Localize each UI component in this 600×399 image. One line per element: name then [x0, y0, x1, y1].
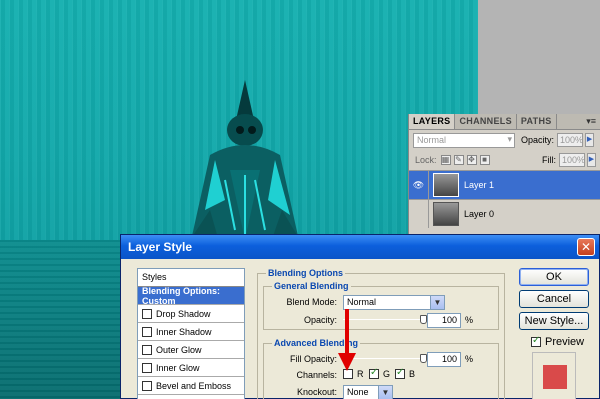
eye-icon[interactable]: 👁 [409, 171, 429, 199]
style-item-outer-glow[interactable]: Outer Glow [138, 341, 244, 359]
tab-paths[interactable]: PATHS [517, 114, 557, 129]
style-checkbox[interactable] [142, 362, 152, 373]
dialog-title: Layer Style [128, 240, 193, 254]
checkbox-g[interactable] [369, 367, 379, 379]
style-item-drop-shadow[interactable]: Drop Shadow [138, 305, 244, 323]
blending-options-title: Blending Options [266, 268, 345, 278]
tab-layers[interactable]: LAYERS [409, 114, 456, 129]
knockout-select[interactable]: None ▼ [343, 385, 393, 399]
channel-g-checkbox[interactable]: G [369, 367, 391, 379]
blend-mode-label: Blend Mode: [286, 297, 337, 307]
layer-name: Layer 1 [464, 180, 495, 190]
channel-b-checkbox[interactable]: B [395, 367, 416, 379]
blend-row: Normal ▾ Opacity: 100% ▶ [409, 130, 600, 150]
lock-icons: ▦ ✎ ✥ ■ [440, 155, 490, 165]
style-item-inner-glow[interactable]: Inner Glow [138, 359, 244, 377]
general-blending-title: General Blending [272, 281, 351, 291]
chevron-down-icon: ▼ [378, 386, 392, 399]
lock-image-icon[interactable]: ✎ [453, 155, 464, 165]
fill-slider-arrow-icon[interactable]: ▶ [587, 153, 596, 167]
annotation-arrow-icon [338, 309, 356, 371]
preview-swatch [543, 365, 567, 389]
style-item-inner-shadow[interactable]: Inner Shadow [138, 323, 244, 341]
lock-row: Lock: ▦ ✎ ✥ ■ Fill: 100% ▶ [409, 150, 600, 170]
figurine-image [190, 80, 300, 245]
style-item-label: Outer Glow [156, 344, 202, 355]
opacity-label: Opacity: [303, 315, 337, 325]
new-style-button[interactable]: New Style... [519, 312, 589, 330]
visibility-toggle[interactable] [409, 200, 429, 228]
blend-mode-select[interactable]: Normal ▼ [343, 295, 445, 310]
channels-label: Channels: [296, 370, 337, 380]
cancel-button[interactable]: Cancel [519, 290, 589, 308]
lock-all-icon[interactable]: ■ [479, 155, 490, 165]
channel-b-label: B [409, 369, 416, 379]
knockout-value: None [347, 387, 369, 397]
knockout-label: Knockout: [296, 387, 337, 397]
tab-channels[interactable]: CHANNELS [455, 114, 517, 129]
lock-label: Lock: [415, 155, 437, 165]
layers-panel: LAYERS CHANNELS PATHS ▾≡ Normal ▾ Opacit… [408, 114, 600, 236]
panel-tabs: LAYERS CHANNELS PATHS ▾≡ [409, 114, 600, 130]
style-item-label: Inner Shadow [156, 326, 212, 337]
style-item-label: Inner Glow [156, 362, 200, 373]
opacity-input[interactable]: 100 [427, 313, 461, 328]
style-item-label: Drop Shadow [156, 308, 211, 319]
opacity-pct: % [465, 315, 474, 325]
fill-opacity-input[interactable]: 100 [427, 352, 461, 367]
fill-opacity-pct: % [465, 354, 474, 364]
lock-transparent-icon[interactable]: ▦ [440, 155, 451, 165]
style-checkbox[interactable] [142, 326, 152, 337]
opacity-slider-arrow-icon[interactable]: ▶ [585, 133, 595, 147]
chevron-down-icon: ▾ [507, 133, 512, 144]
panel-menu-icon[interactable]: ▾≡ [586, 116, 596, 127]
style-checkbox[interactable] [142, 380, 152, 391]
layer-blend-mode-select[interactable]: Normal ▾ [413, 132, 515, 148]
channel-g-label: G [383, 369, 391, 379]
checkbox-b[interactable] [395, 367, 405, 379]
layer-opacity-field[interactable]: 100% [557, 133, 583, 147]
style-item-bevel-emboss[interactable]: Bevel and Emboss [138, 377, 244, 395]
preview-checkbox[interactable] [531, 335, 541, 347]
ok-button[interactable]: OK [519, 268, 589, 286]
opacity-slider-knob[interactable] [420, 315, 427, 324]
layer-name: Layer 0 [464, 209, 495, 219]
style-checkbox[interactable] [142, 344, 152, 355]
styles-list: Styles Blending Options: Custom Drop Sha… [137, 268, 245, 399]
lock-position-icon[interactable]: ✥ [466, 155, 477, 165]
style-item-blending-options[interactable]: Blending Options: Custom [138, 285, 244, 306]
fill-opacity-label: Fill Opacity: [289, 354, 337, 364]
fill-field[interactable]: 100% [559, 153, 585, 167]
preview-toggle[interactable]: Preview [531, 335, 585, 348]
style-preview [532, 352, 576, 399]
fill-label: Fill: [542, 155, 556, 165]
layer-row-layer-1[interactable]: 👁 Layer 1 [409, 170, 600, 199]
style-item-label: Blending Options: Custom [142, 285, 220, 306]
fill-opacity-slider-knob[interactable] [420, 354, 427, 363]
close-button[interactable]: ✕ [577, 238, 595, 256]
styles-header[interactable]: Styles [138, 269, 244, 287]
layer-thumbnail [433, 173, 459, 197]
layer-blend-mode-value: Normal [417, 134, 447, 145]
blend-mode-value: Normal [347, 297, 377, 307]
style-item-label: Bevel and Emboss [156, 380, 232, 391]
layer-opacity-label: Opacity: [521, 135, 555, 145]
dialog-titlebar[interactable]: Layer Style ✕ [121, 235, 599, 259]
layer-row-layer-0[interactable]: Layer 0 [409, 199, 600, 228]
layer-style-dialog: Layer Style ✕ Styles Blending Options: C… [120, 234, 600, 399]
style-checkbox[interactable] [142, 308, 152, 319]
preview-label: Preview [545, 336, 585, 348]
channel-r-label: R [357, 369, 364, 379]
chevron-down-icon: ▼ [430, 296, 444, 309]
layer-thumbnail [433, 202, 459, 226]
